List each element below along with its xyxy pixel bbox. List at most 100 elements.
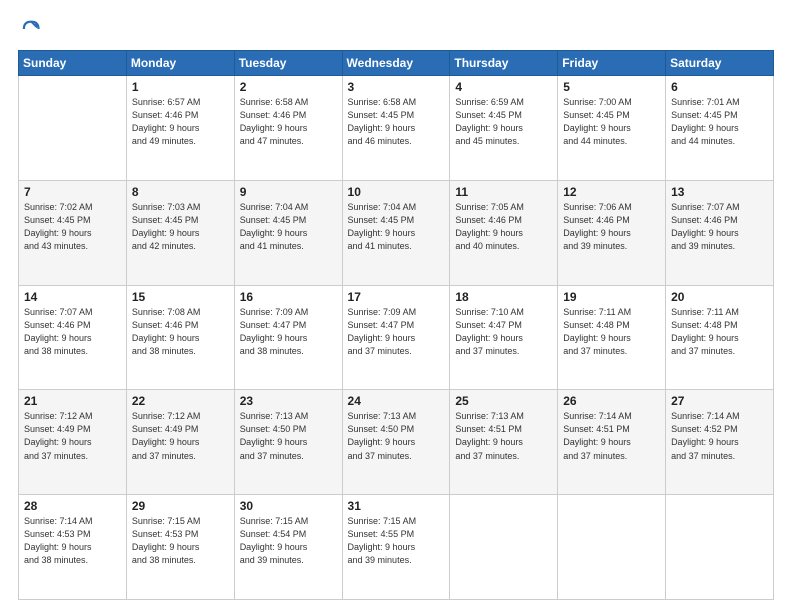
calendar-table: SundayMondayTuesdayWednesdayThursdayFrid… <box>18 50 774 600</box>
day-number: 18 <box>455 290 552 304</box>
calendar-cell: 9 Sunrise: 7:04 AM Sunset: 4:45 PM Daylig… <box>234 180 342 285</box>
day-number: 14 <box>24 290 121 304</box>
day-number: 24 <box>348 394 445 408</box>
cell-info: Sunrise: 7:13 AM Sunset: 4:50 PM Dayligh… <box>240 410 337 462</box>
header <box>18 18 774 40</box>
day-header-wednesday: Wednesday <box>342 51 450 76</box>
calendar-cell: 27Sunrise: 7:14 AM Sunset: 4:52 PM Dayli… <box>666 390 774 495</box>
cell-info: Sunrise: 7:09 AM Sunset: 4:47 PM Dayligh… <box>240 306 337 358</box>
calendar-cell <box>19 76 127 181</box>
cell-info: Sunrise: 7:12 AM Sunset: 4:49 PM Dayligh… <box>24 410 121 462</box>
calendar-cell: 12Sunrise: 7:06 AM Sunset: 4:46 PM Dayli… <box>558 180 666 285</box>
cell-info: Sunrise: 7:12 AM Sunset: 4:49 PM Dayligh… <box>132 410 229 462</box>
calendar-cell: 18 Sunrise: 7:10 AM Sunset: 4:47 PM Dayli… <box>450 285 558 390</box>
cell-info: Sunrise: 7:02 AM Sunset: 4:45 PM Dayligh… <box>24 201 121 253</box>
day-header-monday: Monday <box>126 51 234 76</box>
calendar-cell: 26 Sunrise: 7:14 AM Sunset: 4:51 PM Dayli… <box>558 390 666 495</box>
cell-info: Sunrise: 7:11 AM Sunset: 4:48 PM Dayligh… <box>563 306 660 358</box>
cell-info: Sunrise: 7:00 AM Sunset: 4:45 PM Dayligh… <box>563 96 660 148</box>
calendar-cell: 31 Sunrise: 7:15 AM Sunset: 4:55 PM Dayli… <box>342 495 450 600</box>
calendar-cell: 29 Sunrise: 7:15 AM Sunset: 4:53 PM Dayli… <box>126 495 234 600</box>
day-number: 4 <box>455 80 552 94</box>
calendar-cell: 1Sunrise: 6:57 AM Sunset: 4:46 PM Daylig… <box>126 76 234 181</box>
day-header-sunday: Sunday <box>19 51 127 76</box>
logo <box>18 18 44 40</box>
calendar-cell: 23Sunrise: 7:13 AM Sunset: 4:50 PM Dayli… <box>234 390 342 495</box>
calendar-cell: 4 Sunrise: 6:59 AM Sunset: 4:45 PM Daylig… <box>450 76 558 181</box>
calendar-cell: 24 Sunrise: 7:13 AM Sunset: 4:50 PM Dayli… <box>342 390 450 495</box>
day-number: 5 <box>563 80 660 94</box>
day-number: 8 <box>132 185 229 199</box>
calendar-cell <box>558 495 666 600</box>
cell-info: Sunrise: 7:06 AM Sunset: 4:46 PM Dayligh… <box>563 201 660 253</box>
calendar-cell: 19 Sunrise: 7:11 AM Sunset: 4:48 PM Dayli… <box>558 285 666 390</box>
day-number: 2 <box>240 80 337 94</box>
day-number: 28 <box>24 499 121 513</box>
cell-info: Sunrise: 7:10 AM Sunset: 4:47 PM Dayligh… <box>455 306 552 358</box>
cell-info: Sunrise: 7:01 AM Sunset: 4:45 PM Dayligh… <box>671 96 768 148</box>
day-number: 7 <box>24 185 121 199</box>
cell-info: Sunrise: 7:07 AM Sunset: 4:46 PM Dayligh… <box>671 201 768 253</box>
week-row-1: 1Sunrise: 6:57 AM Sunset: 4:46 PM Daylig… <box>19 76 774 181</box>
cell-info: Sunrise: 7:14 AM Sunset: 4:53 PM Dayligh… <box>24 515 121 567</box>
day-number: 13 <box>671 185 768 199</box>
day-header-thursday: Thursday <box>450 51 558 76</box>
calendar-cell: 30Sunrise: 7:15 AM Sunset: 4:54 PM Dayli… <box>234 495 342 600</box>
cell-info: Sunrise: 7:14 AM Sunset: 4:51 PM Dayligh… <box>563 410 660 462</box>
cell-info: Sunrise: 7:13 AM Sunset: 4:51 PM Dayligh… <box>455 410 552 462</box>
calendar-cell: 17 Sunrise: 7:09 AM Sunset: 4:47 PM Dayli… <box>342 285 450 390</box>
calendar-cell: 14 Sunrise: 7:07 AM Sunset: 4:46 PM Dayli… <box>19 285 127 390</box>
day-number: 9 <box>240 185 337 199</box>
cell-info: Sunrise: 7:09 AM Sunset: 4:47 PM Dayligh… <box>348 306 445 358</box>
calendar-cell: 3 Sunrise: 6:58 AM Sunset: 4:45 PM Daylig… <box>342 76 450 181</box>
day-number: 10 <box>348 185 445 199</box>
day-number: 3 <box>348 80 445 94</box>
calendar-cell: 5 Sunrise: 7:00 AM Sunset: 4:45 PM Daylig… <box>558 76 666 181</box>
day-header-friday: Friday <box>558 51 666 76</box>
calendar-cell <box>450 495 558 600</box>
day-number: 19 <box>563 290 660 304</box>
cell-info: Sunrise: 7:13 AM Sunset: 4:50 PM Dayligh… <box>348 410 445 462</box>
cell-info: Sunrise: 7:07 AM Sunset: 4:46 PM Dayligh… <box>24 306 121 358</box>
day-number: 29 <box>132 499 229 513</box>
day-number: 20 <box>671 290 768 304</box>
cell-info: Sunrise: 7:15 AM Sunset: 4:53 PM Dayligh… <box>132 515 229 567</box>
cell-info: Sunrise: 6:58 AM Sunset: 4:45 PM Dayligh… <box>348 96 445 148</box>
calendar-cell: 6Sunrise: 7:01 AM Sunset: 4:45 PM Daylig… <box>666 76 774 181</box>
cell-info: Sunrise: 7:08 AM Sunset: 4:46 PM Dayligh… <box>132 306 229 358</box>
logo-icon <box>18 18 40 40</box>
calendar-cell: 8 Sunrise: 7:03 AM Sunset: 4:45 PM Daylig… <box>126 180 234 285</box>
day-number: 26 <box>563 394 660 408</box>
calendar-cell: 21Sunrise: 7:12 AM Sunset: 4:49 PM Dayli… <box>19 390 127 495</box>
calendar-cell: 2Sunrise: 6:58 AM Sunset: 4:46 PM Daylig… <box>234 76 342 181</box>
calendar-cell: 13 Sunrise: 7:07 AM Sunset: 4:46 PM Dayli… <box>666 180 774 285</box>
calendar-cell: 25Sunrise: 7:13 AM Sunset: 4:51 PM Dayli… <box>450 390 558 495</box>
calendar-cell: 10Sunrise: 7:04 AM Sunset: 4:45 PM Dayli… <box>342 180 450 285</box>
calendar-cell: 11 Sunrise: 7:05 AM Sunset: 4:46 PM Dayli… <box>450 180 558 285</box>
week-row-2: 7 Sunrise: 7:02 AM Sunset: 4:45 PM Daylig… <box>19 180 774 285</box>
cell-info: Sunrise: 7:14 AM Sunset: 4:52 PM Dayligh… <box>671 410 768 462</box>
calendar-cell: 22 Sunrise: 7:12 AM Sunset: 4:49 PM Dayli… <box>126 390 234 495</box>
page: SundayMondayTuesdayWednesdayThursdayFrid… <box>0 0 792 612</box>
calendar-cell: 16 Sunrise: 7:09 AM Sunset: 4:47 PM Dayli… <box>234 285 342 390</box>
cell-info: Sunrise: 7:15 AM Sunset: 4:55 PM Dayligh… <box>348 515 445 567</box>
calendar-cell: 28 Sunrise: 7:14 AM Sunset: 4:53 PM Dayli… <box>19 495 127 600</box>
day-number: 17 <box>348 290 445 304</box>
calendar-cell <box>666 495 774 600</box>
cell-info: Sunrise: 6:59 AM Sunset: 4:45 PM Dayligh… <box>455 96 552 148</box>
day-number: 11 <box>455 185 552 199</box>
cell-info: Sunrise: 7:04 AM Sunset: 4:45 PM Dayligh… <box>240 201 337 253</box>
calendar-cell: 7 Sunrise: 7:02 AM Sunset: 4:45 PM Daylig… <box>19 180 127 285</box>
week-row-5: 28 Sunrise: 7:14 AM Sunset: 4:53 PM Dayli… <box>19 495 774 600</box>
day-number: 16 <box>240 290 337 304</box>
day-number: 30 <box>240 499 337 513</box>
cell-info: Sunrise: 6:57 AM Sunset: 4:46 PM Dayligh… <box>132 96 229 148</box>
cell-info: Sunrise: 7:05 AM Sunset: 4:46 PM Dayligh… <box>455 201 552 253</box>
calendar-cell: 15Sunrise: 7:08 AM Sunset: 4:46 PM Dayli… <box>126 285 234 390</box>
week-row-3: 14 Sunrise: 7:07 AM Sunset: 4:46 PM Dayli… <box>19 285 774 390</box>
day-number: 22 <box>132 394 229 408</box>
cell-info: Sunrise: 7:03 AM Sunset: 4:45 PM Dayligh… <box>132 201 229 253</box>
header-row: SundayMondayTuesdayWednesdayThursdayFrid… <box>19 51 774 76</box>
day-number: 31 <box>348 499 445 513</box>
week-row-4: 21Sunrise: 7:12 AM Sunset: 4:49 PM Dayli… <box>19 390 774 495</box>
